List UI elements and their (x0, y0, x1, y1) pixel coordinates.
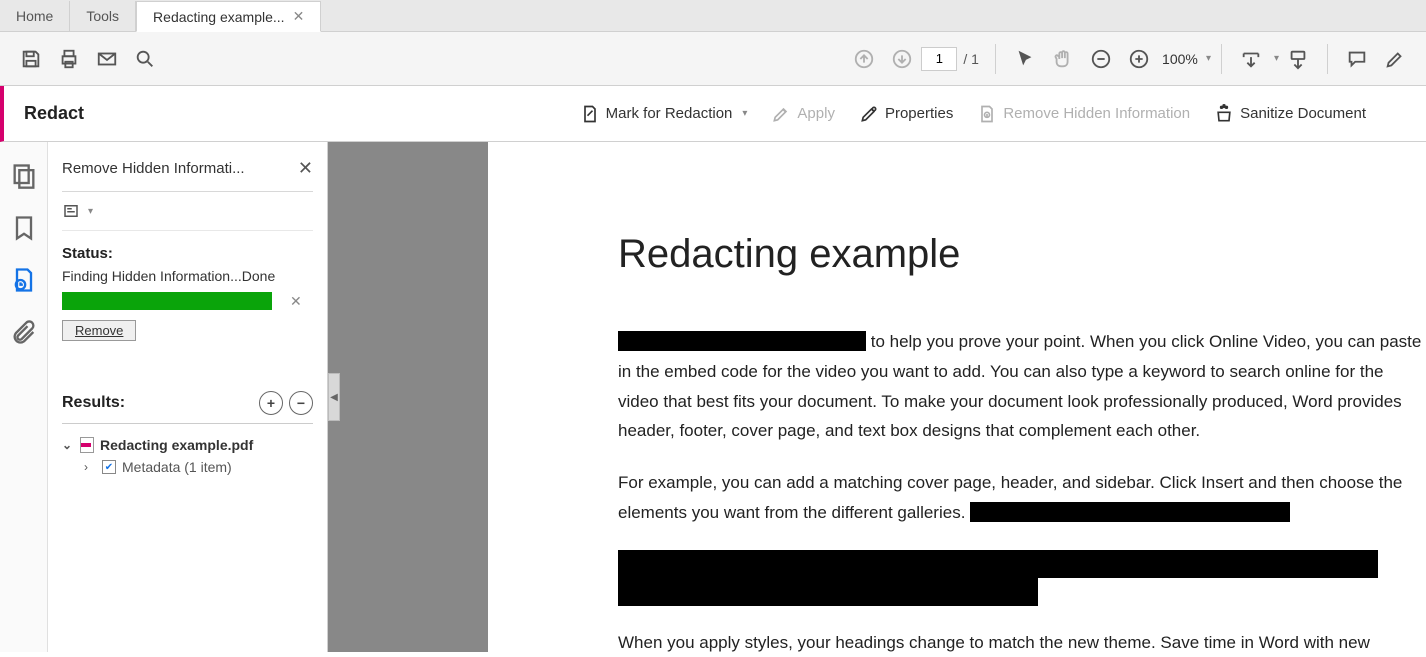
remove-hidden-info-button: Remove Hidden Information (977, 104, 1190, 124)
progress-bar (62, 292, 272, 310)
redaction-mark (618, 331, 866, 351)
fit-width-icon[interactable] (1232, 40, 1270, 78)
page-up-icon[interactable] (845, 40, 883, 78)
document-paragraph: to help you prove your point. When you c… (618, 327, 1426, 446)
expand-all-icon[interactable]: + (259, 391, 283, 415)
results-label: Results: (62, 394, 125, 412)
panel-title: Remove Hidden Informati... (62, 160, 245, 177)
save-icon[interactable] (12, 40, 50, 78)
chevron-down-icon: ⌄ (62, 438, 74, 452)
page-down-icon[interactable] (883, 40, 921, 78)
checkbox-icon[interactable]: ✔ (102, 460, 116, 474)
mark-for-redaction-button[interactable]: Mark for Redaction ▾ (580, 104, 748, 124)
close-icon[interactable]: ✕ (298, 158, 313, 179)
cursor-icon[interactable] (1006, 40, 1044, 78)
panel-options-button[interactable]: ▾ (62, 192, 313, 231)
document-paragraph: For example, you can add a matching cove… (618, 468, 1426, 528)
zoom-level[interactable]: 100% (1158, 51, 1202, 67)
chevron-down-icon[interactable]: ▾ (1206, 53, 1211, 64)
chevron-down-icon: ▾ (88, 206, 93, 217)
chevron-right-icon: › (84, 460, 96, 474)
highlight-icon[interactable] (1376, 40, 1414, 78)
hand-icon[interactable] (1044, 40, 1082, 78)
page-number-input[interactable] (921, 47, 957, 71)
thumbnails-icon[interactable] (10, 162, 38, 190)
zoom-out-icon[interactable] (1082, 40, 1120, 78)
print-icon[interactable] (50, 40, 88, 78)
document-page: Redacting example to help you prove your… (488, 142, 1426, 652)
zoom-in-icon[interactable] (1120, 40, 1158, 78)
remove-button[interactable]: Remove (62, 320, 136, 341)
redaction-mark (970, 502, 1290, 522)
redaction-mark (618, 578, 1038, 606)
cancel-icon[interactable]: ✕ (290, 293, 302, 310)
document-title: Redacting example (618, 232, 1426, 277)
mail-icon[interactable] (88, 40, 126, 78)
redact-title: Redact (4, 103, 84, 124)
page-total-label: / 1 (963, 51, 979, 67)
tree-file-row[interactable]: ⌄ Redacting example.pdf (62, 434, 313, 456)
scroll-mode-icon[interactable] (1279, 40, 1317, 78)
hidden-info-icon[interactable] (10, 266, 38, 294)
search-icon[interactable] (126, 40, 164, 78)
close-icon[interactable]: ✕ (293, 8, 305, 25)
bookmark-icon[interactable] (10, 214, 38, 242)
status-label: Status: (62, 245, 313, 262)
sanitize-document-button[interactable]: Sanitize Document (1214, 104, 1366, 124)
tab-document-active[interactable]: Redacting example... ✕ (136, 1, 321, 32)
comment-icon[interactable] (1338, 40, 1376, 78)
document-paragraph: When you apply styles, your headings cha… (618, 628, 1426, 657)
attachments-icon[interactable] (10, 318, 38, 346)
tab-tools[interactable]: Tools (70, 1, 136, 31)
tree-metadata-row[interactable]: › ✔ Metadata (1 item) (62, 456, 313, 478)
pdf-file-icon (80, 437, 94, 453)
redaction-mark (618, 550, 1378, 578)
properties-button[interactable]: Properties (859, 104, 953, 124)
apply-button: Apply (771, 104, 835, 124)
collapse-all-icon[interactable]: − (289, 391, 313, 415)
tab-home[interactable]: Home (0, 1, 70, 31)
collapse-panel-icon[interactable]: ◀ (328, 373, 340, 421)
chevron-down-icon: ▾ (742, 108, 747, 119)
status-text: Finding Hidden Information...Done (62, 268, 313, 284)
